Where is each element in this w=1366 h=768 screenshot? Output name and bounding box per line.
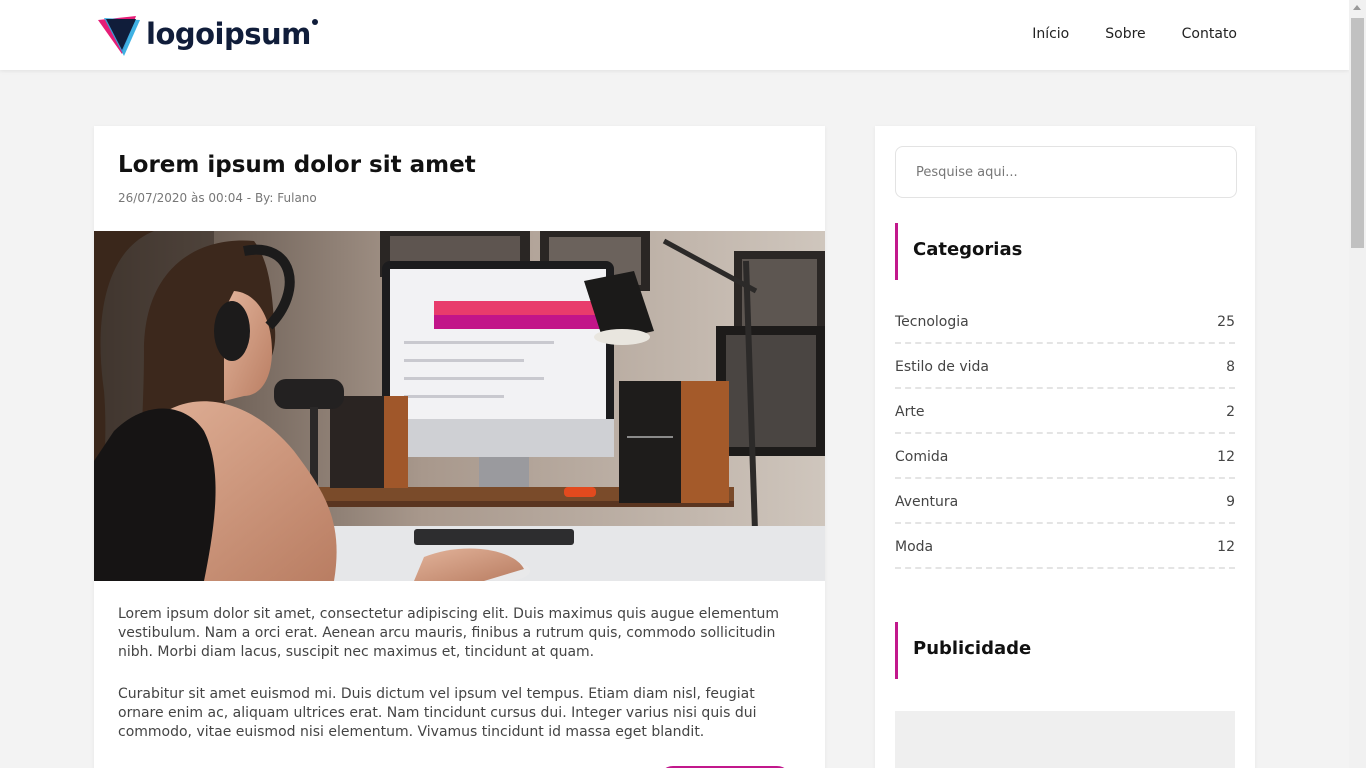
category-count: 12 xyxy=(1217,538,1235,555)
sidebar: Categorias Tecnologia 25 Estilo de vida 8 … xyxy=(875,126,1255,768)
category-item[interactable]: Moda 12 xyxy=(895,524,1235,569)
category-item[interactable]: Estilo de vida 8 xyxy=(895,344,1235,389)
category-count: 2 xyxy=(1226,403,1235,420)
post-image xyxy=(94,231,825,581)
category-name: Arte xyxy=(895,403,925,420)
category-item[interactable]: Aventura 9 xyxy=(895,479,1235,524)
category-name: Aventura xyxy=(895,493,959,510)
category-count: 25 xyxy=(1217,313,1235,330)
categories-title: Categorias xyxy=(913,239,1023,260)
search-input[interactable] xyxy=(895,146,1237,198)
ads-heading: Publicidade xyxy=(895,622,1235,679)
post-paragraph: Lorem ipsum dolor sit amet, consectetur … xyxy=(118,606,780,660)
post-body: Lorem ipsum dolor sit amet, consectetur … xyxy=(118,605,802,765)
category-count: 9 xyxy=(1226,493,1235,510)
category-name: Tecnologia xyxy=(895,313,969,330)
logo-text: logoipsum xyxy=(146,17,311,51)
post-paragraph: Curabitur sit amet euismod mi. Duis dict… xyxy=(118,686,757,740)
ad-placeholder[interactable] xyxy=(895,711,1235,768)
ads-title: Publicidade xyxy=(913,638,1032,659)
nav-link-inicio[interactable]: Início xyxy=(1032,26,1069,42)
category-item[interactable]: Comida 12 xyxy=(895,434,1235,479)
category-item[interactable]: Arte 2 xyxy=(895,389,1235,434)
podcast-desk-photo xyxy=(94,231,825,581)
post-card: Lorem ipsum dolor sit amet 26/07/2020 às… xyxy=(94,126,825,768)
category-count: 12 xyxy=(1217,448,1235,465)
category-name: Estilo de vida xyxy=(895,358,990,375)
post-meta: 26/07/2020 às 00:04 - By: Fulano xyxy=(118,191,317,205)
scroll-thumb[interactable] xyxy=(1351,18,1364,248)
category-name: Moda xyxy=(895,538,934,555)
nav-link-contato[interactable]: Contato xyxy=(1182,26,1237,42)
category-list: Tecnologia 25 Estilo de vida 8 Arte 2 Comid… xyxy=(895,299,1235,569)
logo[interactable]: logoipsum xyxy=(96,14,318,58)
post-title[interactable]: Lorem ipsum dolor sit amet xyxy=(118,152,476,178)
logo-dot xyxy=(311,19,318,25)
categories-heading: Categorias xyxy=(895,223,1235,280)
scroll-up-arrow-icon[interactable] xyxy=(1353,5,1361,10)
category-count: 8 xyxy=(1226,358,1235,375)
category-name: Comida xyxy=(895,448,949,465)
top-navbar: logoipsum Início Sobre Contato xyxy=(0,0,1349,70)
page-scrollbar[interactable] xyxy=(1349,0,1366,768)
logo-icon xyxy=(98,16,140,56)
category-item[interactable]: Tecnologia 25 xyxy=(895,299,1235,344)
nav-link-sobre[interactable]: Sobre xyxy=(1105,26,1145,42)
main-nav: Início Sobre Contato xyxy=(1032,26,1237,42)
